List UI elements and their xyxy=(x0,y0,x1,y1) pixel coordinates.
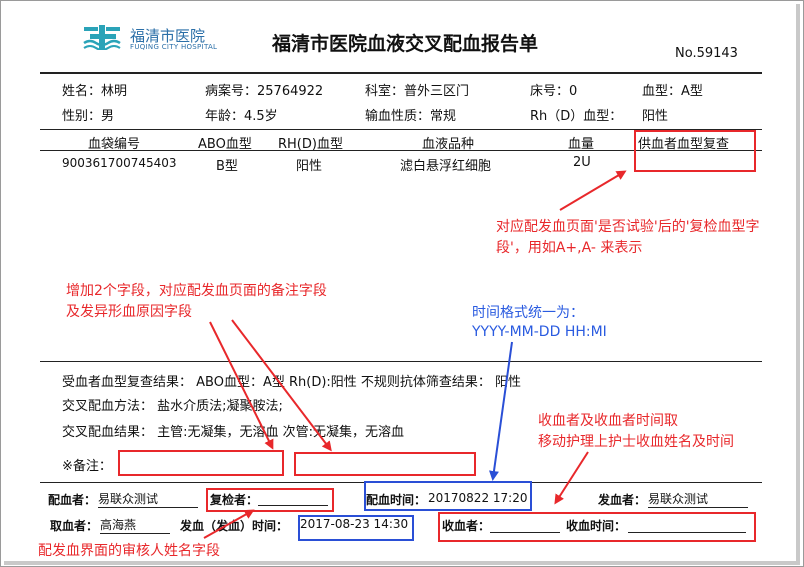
arrow-recheck xyxy=(559,170,627,211)
arrow-remark-2 xyxy=(231,319,332,452)
arrow-time-format xyxy=(489,341,513,481)
annotation-arrows xyxy=(203,170,627,539)
arrow-receiver xyxy=(554,451,589,505)
arrow-remark-1 xyxy=(209,321,274,450)
arrow-checker xyxy=(203,509,255,539)
